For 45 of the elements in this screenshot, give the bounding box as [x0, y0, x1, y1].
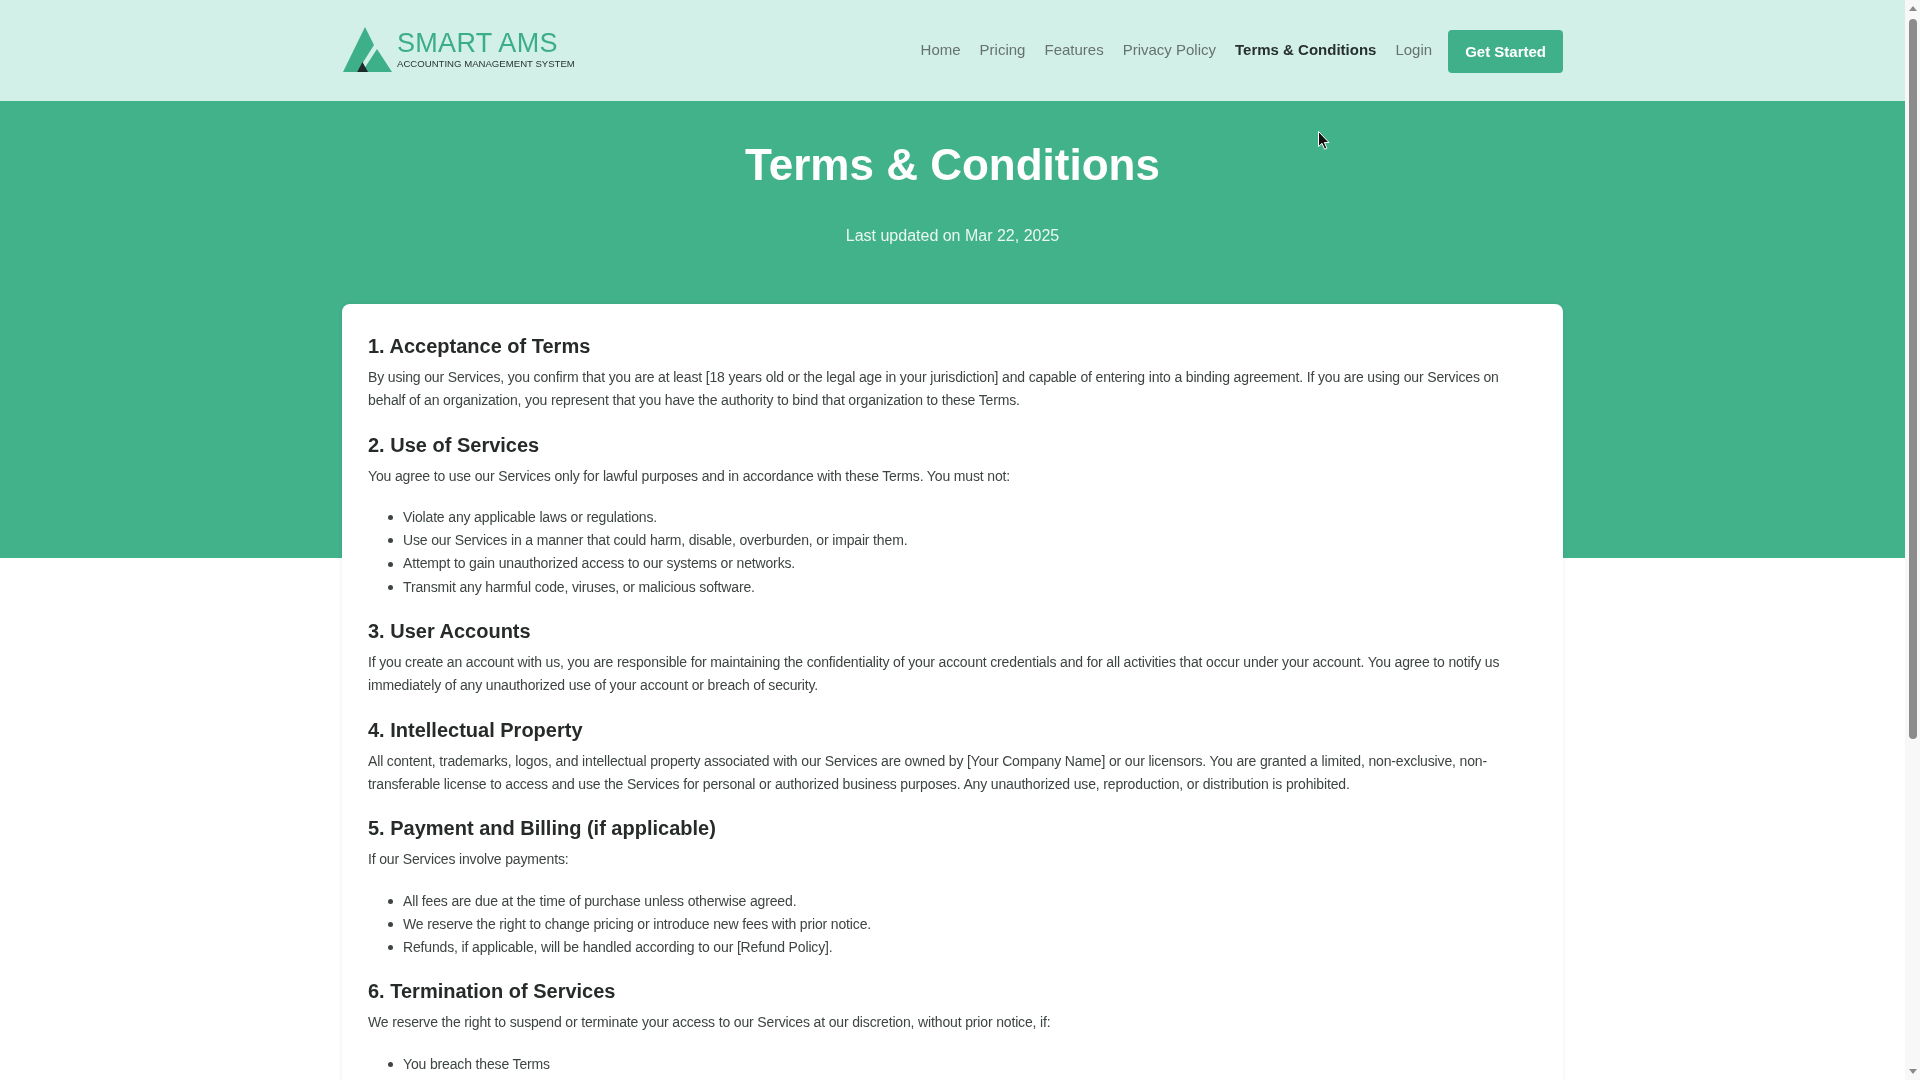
scroll-down-icon[interactable]	[1908, 1069, 1917, 1074]
bullet-icon	[388, 538, 393, 544]
section-heading: 2. Use of Services	[368, 432, 541, 458]
list-item-text: Refunds, if applicable, will be handled according to our [Refund Policy].	[403, 938, 833, 958]
section-heading: 6. Termination of Services	[368, 979, 617, 1005]
list-item-text: You breach these Terms	[403, 1054, 550, 1074]
section-paragraph: We reserve the right to suspend or terminate your access to our Services at our discretion, without prior notice, if:	[368, 1013, 1052, 1033]
nav-link[interactable]: Home	[920, 41, 961, 58]
get-started-button[interactable]: Get Started	[1448, 29, 1563, 73]
scroll-up-icon[interactable]	[1908, 6, 1917, 11]
section-paragraph: If you create an account with us, you are responsible for maintaining the confidentiality of your account credentials and for all activities that occur under your account. You agree to notify us immediately of any unauthorized use of your account or breach of security.	[368, 653, 1501, 696]
nav-link[interactable]: Features	[1044, 41, 1104, 58]
bullet-icon	[388, 898, 393, 904]
section-heading: 4. Intellectual Property	[368, 717, 584, 743]
logo-subtitle: ACCOUNTING MANAGEMENT SYSTEM	[397, 58, 575, 70]
nav-link[interactable]: Login	[1395, 41, 1433, 58]
section-heading: 1. Acceptance of Terms	[368, 334, 592, 359]
nav-link[interactable]: Privacy Policy	[1122, 41, 1217, 58]
bullet-icon	[388, 945, 393, 951]
scrollbar-thumb[interactable]	[1908, 19, 1917, 739]
section-paragraph: By using our Services, you confirm that you are at least [18 years old or the legal age in your jurisdiction] and capable of entering into a binding agreement. If you are using our Services on behalf of an organization, you represent that you have the authority to bind that organization to these Terms.	[368, 368, 1500, 411]
logo-title: SMART AMS	[397, 29, 559, 58]
bullet-icon	[388, 584, 393, 590]
list-item-text: Use our Services in a manner that could harm, disable, overburden, or impair them.	[403, 531, 908, 551]
bullet-icon	[388, 922, 393, 927]
list-item-text: All fees are due at the time of purchase unless otherwise agreed.	[403, 891, 797, 911]
section-paragraph: All content, trademarks, logos, and intellectual property associated with our Services are owned by [Your Company Name] or our licensors. You are granted a limited, non-exclusive, non-transferable license to access and use the Services for personal or authorized business purposes. Any unauthorized use, reproduction, or distribution is prohibited.	[368, 751, 1488, 794]
section-heading: 3. User Accounts	[368, 619, 532, 645]
section-paragraph: If our Services involve payments:	[368, 850, 570, 870]
list-item-text: Transmit any harmful code, viruses, or malicious software.	[403, 577, 755, 597]
list-item-text: Violate any applicable laws or regulations.	[403, 507, 657, 527]
page-title: Terms & Conditions	[745, 139, 1160, 191]
section-heading: 5. Payment and Billing (if applicable)	[368, 816, 717, 842]
bullet-icon	[388, 561, 393, 567]
bullet-icon	[388, 1061, 393, 1067]
scrollbar[interactable]	[1905, 0, 1920, 1080]
nav-link[interactable]: Terms & Conditions	[1235, 41, 1377, 58]
list-item-text: Attempt to gain unauthorized access to our systems or networks.	[403, 554, 796, 574]
bullet-icon	[388, 515, 393, 521]
last-updated-text: Last updated on Mar 22, 2025	[845, 226, 1060, 246]
nav-link[interactable]: Pricing	[979, 41, 1026, 58]
logo-icon	[343, 27, 392, 72]
cursor-icon	[1318, 131, 1330, 150]
section-paragraph: You agree to use our Services only for lawful purposes and in accordance with these Terms. You must not:	[368, 466, 1011, 486]
list-item-text: We reserve the right to change pricing or introduce new fees with prior notice.	[403, 914, 872, 934]
